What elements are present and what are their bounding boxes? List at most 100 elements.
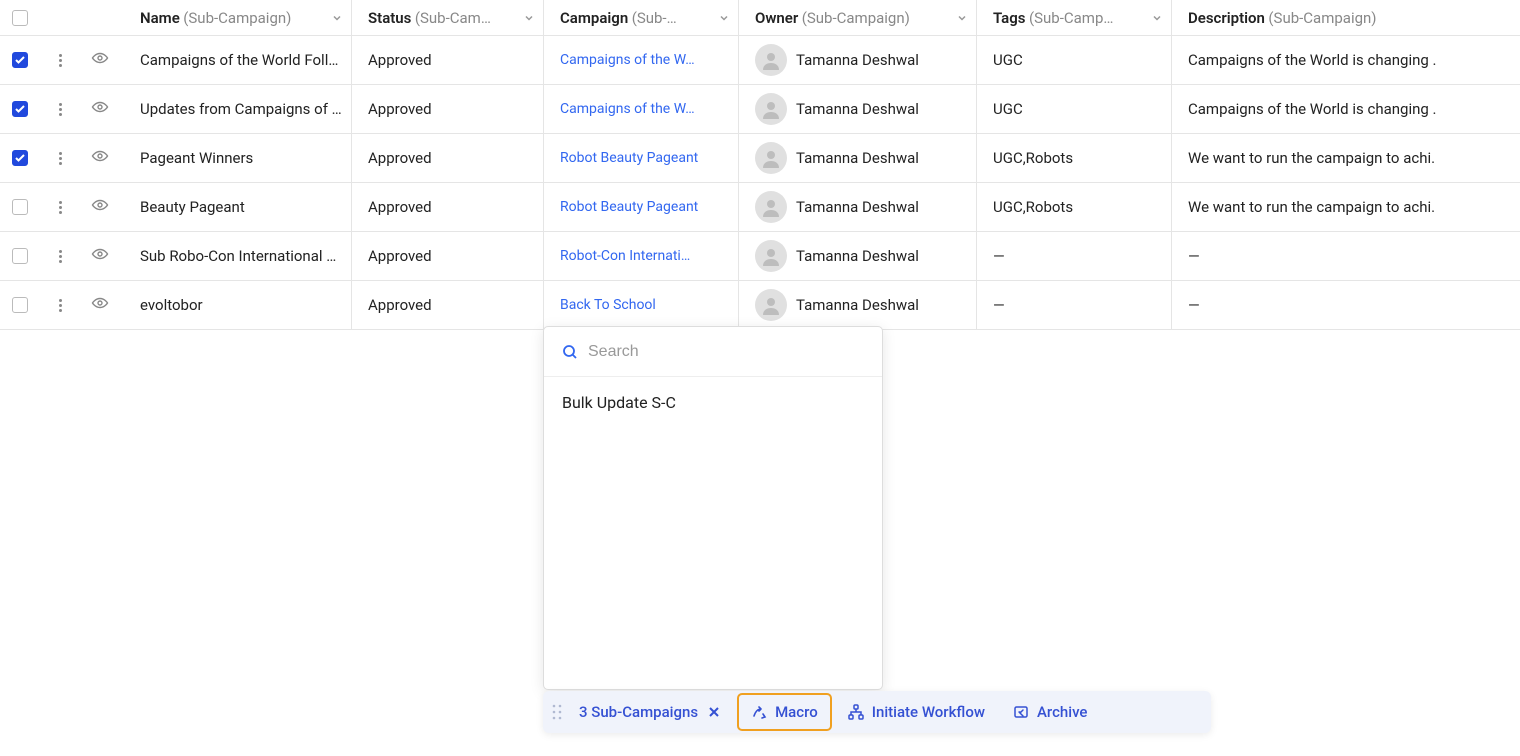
table-row: evoltobor Approved Back To School Tamanna D…	[0, 281, 1520, 330]
row-status: Approved	[368, 198, 432, 216]
row-checkbox[interactable]	[12, 199, 28, 215]
column-header-owner[interactable]: Owner (Sub-Campaign)	[739, 0, 977, 35]
row-campaign-link[interactable]: Back To School	[560, 297, 656, 313]
row-tags: —	[993, 247, 1005, 265]
column-header-tags[interactable]: Tags (Sub-Camp…	[977, 0, 1172, 35]
row-owner: Tamanna Deshwal	[796, 149, 919, 167]
column-header-description[interactable]: Description (Sub-Campaign)	[1172, 0, 1520, 35]
row-tags: UGC	[993, 100, 1023, 118]
row-campaign-link[interactable]: Robot Beauty Pageant	[560, 199, 698, 215]
selection-count-group: 3 Sub-Campaigns	[565, 691, 735, 733]
row-checkbox-cell	[0, 36, 40, 84]
row-status-cell: Approved	[352, 232, 544, 280]
row-tags: UGC	[993, 51, 1023, 69]
row-name-cell[interactable]: Campaigns of the World Follow-Up	[40, 36, 352, 84]
chevron-down-icon	[956, 12, 968, 24]
row-tags: —	[993, 296, 1005, 314]
row-description-cell: We want to run the campaign to achi.	[1172, 183, 1520, 231]
row-name: evoltobor	[140, 296, 203, 314]
row-checkbox[interactable]	[12, 150, 28, 166]
chevron-down-icon	[331, 12, 343, 24]
column-header-name[interactable]: Name (Sub-Campaign)	[40, 0, 352, 35]
macro-search-input[interactable]	[588, 343, 864, 361]
col-desc-label: Description	[1188, 9, 1265, 27]
row-owner-cell: Tamanna Deshwal	[739, 232, 977, 280]
row-campaign-cell: Campaigns of the W…	[544, 85, 739, 133]
row-status: Approved	[368, 149, 432, 167]
col-status-label: Status	[368, 9, 411, 27]
row-name: Campaigns of the World Follow-Up	[140, 51, 343, 69]
table-row: Beauty Pageant Approved Robot Beauty Pagea…	[0, 183, 1520, 232]
row-description-cell: —	[1172, 281, 1520, 329]
row-owner: Tamanna Deshwal	[796, 296, 919, 314]
macro-popup: Bulk Update S-C	[543, 326, 883, 690]
row-tags: UGC,Robots	[993, 198, 1073, 216]
initiate-workflow-label: Initiate Workflow	[872, 703, 985, 721]
row-campaign-link[interactable]: Campaigns of the W…	[560, 101, 695, 117]
row-owner-cell: Tamanna Deshwal	[739, 36, 977, 84]
row-name-cell[interactable]: evoltobor	[40, 281, 352, 329]
macro-button-label: Macro	[775, 703, 818, 721]
column-header-campaign[interactable]: Campaign (Sub-…	[544, 0, 739, 35]
row-tags: UGC,Robots	[993, 149, 1073, 167]
row-status-cell: Approved	[352, 183, 544, 231]
table-row: Updates from Campaigns of the World Appro…	[0, 85, 1520, 134]
clear-selection-icon[interactable]	[707, 705, 721, 719]
select-all-checkbox[interactable]	[12, 10, 28, 26]
row-description: —	[1188, 247, 1200, 265]
row-checkbox[interactable]	[12, 248, 28, 264]
initiate-workflow-button[interactable]: Initiate Workflow	[834, 691, 999, 733]
row-name: Sub Robo-Con International 2018	[140, 247, 343, 265]
column-header-status[interactable]: Status (Sub-Cam…	[352, 0, 544, 35]
chevron-down-icon	[1151, 12, 1163, 24]
row-name: Pageant Winners	[140, 149, 253, 167]
row-owner: Tamanna Deshwal	[796, 247, 919, 265]
macro-button[interactable]: Macro	[737, 693, 832, 731]
row-checkbox-cell	[0, 85, 40, 133]
macro-icon	[751, 704, 767, 720]
row-campaign-cell: Back To School	[544, 281, 739, 329]
row-name: Beauty Pageant	[140, 198, 245, 216]
row-campaign-link[interactable]: Robot Beauty Pageant	[560, 150, 698, 166]
row-checkbox[interactable]	[12, 101, 28, 117]
selection-action-bar: 3 Sub-Campaigns Macro Initiate Workflow …	[543, 691, 1211, 733]
row-status: Approved	[368, 296, 432, 314]
row-name-cell[interactable]: Pageant Winners	[40, 134, 352, 182]
row-description: Campaigns of the World is changing .	[1188, 51, 1436, 69]
row-campaign-cell: Robot Beauty Pageant	[544, 134, 739, 182]
row-campaign-link[interactable]: Robot-Con Internati…	[560, 248, 690, 264]
row-tags-cell: UGC	[977, 85, 1172, 133]
row-status: Approved	[368, 51, 432, 69]
row-checkbox[interactable]	[12, 52, 28, 68]
row-name: Updates from Campaigns of the World	[140, 100, 343, 118]
row-checkbox-cell	[0, 134, 40, 182]
row-owner-cell: Tamanna Deshwal	[739, 281, 977, 329]
table-row: Campaigns of the World Follow-Up Approved…	[0, 36, 1520, 85]
row-checkbox[interactable]	[12, 297, 28, 313]
archive-button[interactable]: Archive	[999, 691, 1101, 733]
row-description: We want to run the campaign to achi.	[1188, 149, 1435, 167]
row-name-cell[interactable]: Beauty Pageant	[40, 183, 352, 231]
macro-item-bulk-update[interactable]: Bulk Update S-C	[544, 377, 882, 428]
col-owner-sub: (Sub-Campaign)	[802, 9, 910, 27]
row-checkbox-cell	[0, 232, 40, 280]
row-description: —	[1188, 296, 1200, 314]
row-status: Approved	[368, 247, 432, 265]
selection-count: 3 Sub-Campaigns	[579, 703, 698, 721]
row-owner-cell: Tamanna Deshwal	[739, 134, 977, 182]
row-tags-cell: UGC,Robots	[977, 134, 1172, 182]
row-status-cell: Approved	[352, 134, 544, 182]
col-name-label: Name	[140, 9, 180, 27]
drag-handle-icon[interactable]	[543, 704, 565, 720]
col-status-sub: (Sub-Cam…	[415, 9, 491, 27]
row-campaign-link[interactable]: Campaigns of the W…	[560, 52, 695, 68]
chevron-down-icon	[523, 12, 535, 24]
row-name-cell[interactable]: Updates from Campaigns of the World	[40, 85, 352, 133]
row-name-cell[interactable]: Sub Robo-Con International 2018	[40, 232, 352, 280]
row-tags-cell: UGC,Robots	[977, 183, 1172, 231]
row-tags-cell: UGC	[977, 36, 1172, 84]
row-status-cell: Approved	[352, 85, 544, 133]
row-status: Approved	[368, 100, 432, 118]
col-name-sub: (Sub-Campaign)	[183, 9, 291, 27]
row-description-cell: Campaigns of the World is changing .	[1172, 36, 1520, 84]
